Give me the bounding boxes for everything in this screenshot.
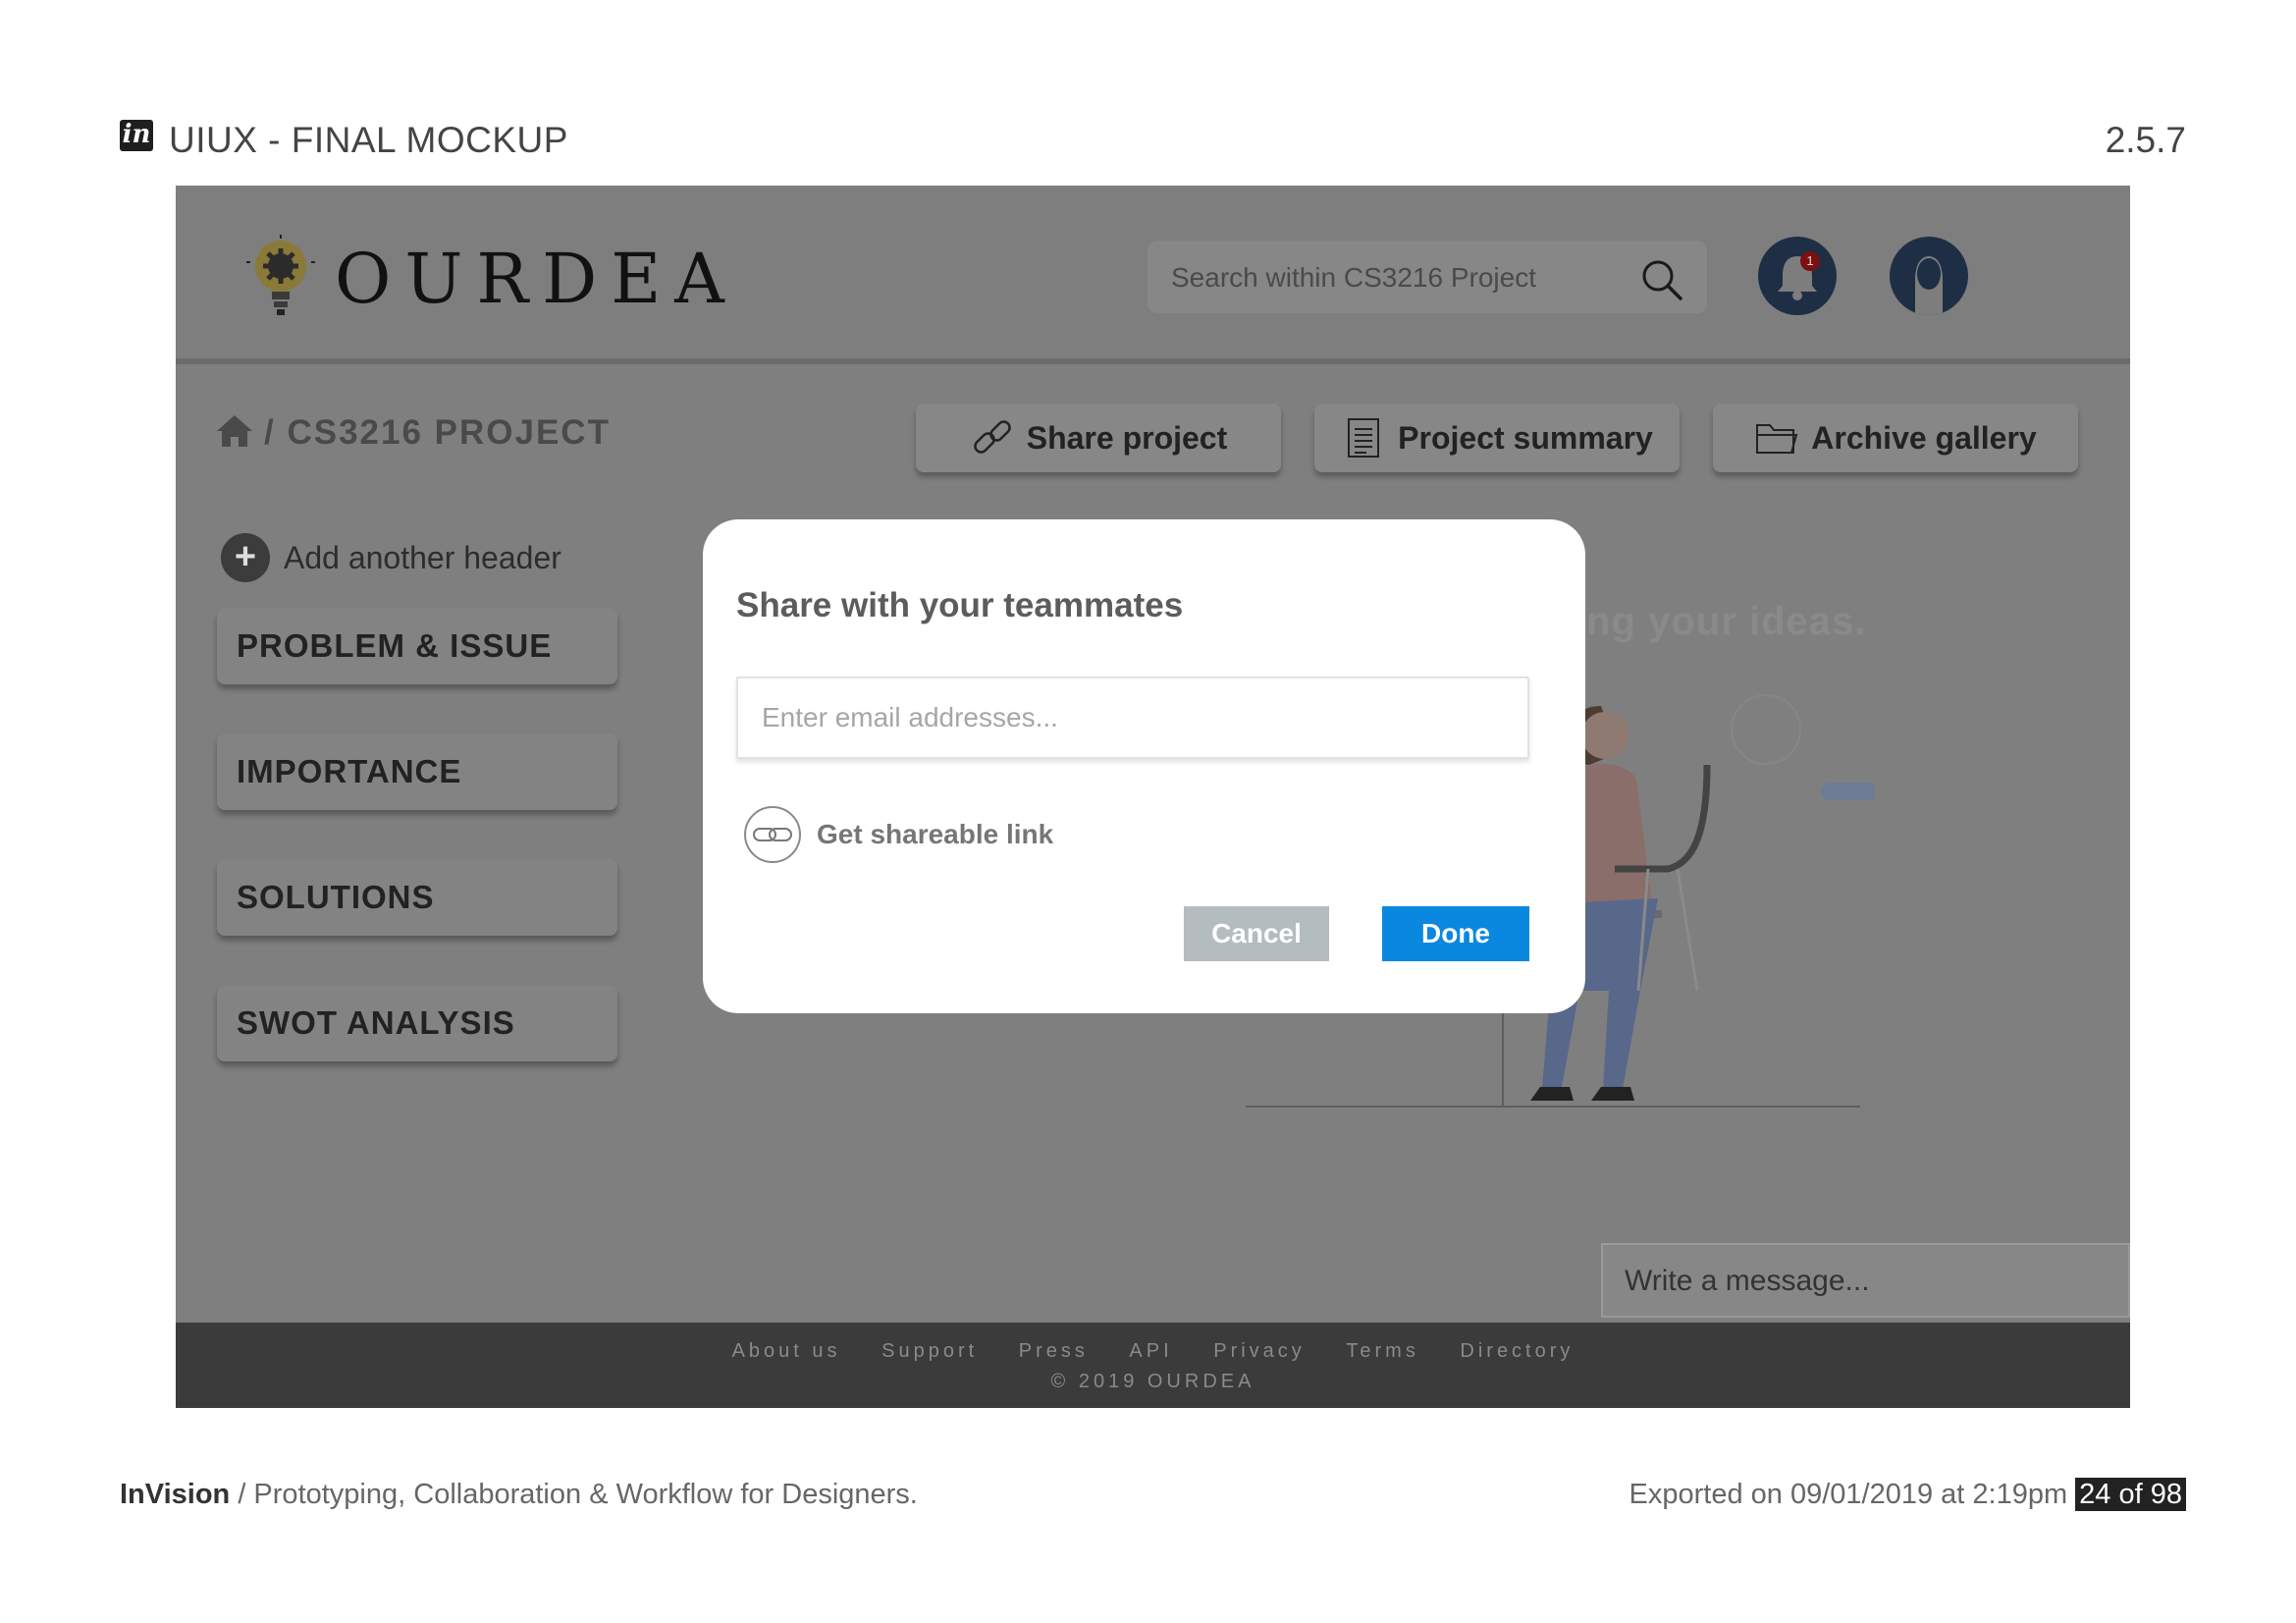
footer-link-terms[interactable]: Terms (1346, 1340, 1418, 1362)
archive-gallery-button[interactable]: Archive gallery (1713, 404, 2078, 472)
invision-tagline: / Prototyping, Collaboration & Workflow … (230, 1479, 918, 1510)
chat-message-input[interactable]: Write a message... (1601, 1243, 2130, 1318)
share-modal: Share with your teammates Get shareable … (703, 519, 1585, 1013)
site-footer: About us Support Press API Privacy Terms… (176, 1323, 2130, 1408)
export-date: Exported on 09/01/2019 at 2:19pm (1629, 1479, 2076, 1510)
modal-title: Share with your teammates (736, 586, 1184, 624)
footer-link-directory[interactable]: Directory (1460, 1340, 1574, 1362)
footer-link-privacy[interactable]: Privacy (1213, 1340, 1306, 1362)
done-button[interactable]: Done (1382, 906, 1529, 961)
lightbulb-gear-logo-icon (246, 235, 315, 315)
get-shareable-link[interactable]: Get shareable link (744, 806, 1053, 863)
section-swot-analysis[interactable]: SWOT ANALYSIS (217, 985, 617, 1061)
share-project-button[interactable]: Share project (916, 404, 1281, 472)
notifications-button[interactable] (1758, 237, 1837, 315)
page-counter: 24 of 98 (2075, 1478, 2186, 1511)
footer-link-press[interactable]: Press (1019, 1340, 1089, 1362)
footer-links: About us Support Press API Privacy Terms… (176, 1323, 2130, 1363)
invision-brand: InVision (120, 1479, 231, 1510)
footer-link-support[interactable]: Support (881, 1340, 978, 1362)
bell-icon (1778, 256, 1817, 300)
breadcrumb[interactable]: / CS3216 PROJECT (215, 413, 611, 453)
app-topbar: OURDEA Search within CS3216 Project 1 (176, 186, 2130, 364)
section-problem-issue[interactable]: PROBLEM & ISSUE (217, 608, 617, 684)
export-info: Exported on 09/01/2019 at 2:19pm 24 of 9… (1629, 1478, 2186, 1511)
home-icon[interactable] (215, 413, 254, 449)
mockup-frame: OURDEA Search within CS3216 Project 1 / … (176, 186, 2130, 1408)
add-header-label: Add another header (284, 539, 561, 575)
add-header-button[interactable]: + Add another header (221, 533, 561, 582)
folder-icon (1756, 424, 1798, 454)
link-icon (744, 806, 801, 863)
footer-copyright: © 2019 OURDEA (1050, 1371, 1255, 1392)
footer-link-api[interactable]: API (1129, 1340, 1172, 1362)
cancel-button[interactable]: Cancel (1184, 906, 1329, 961)
export-title: UIUX - FINAL MOCKUP (169, 120, 568, 160)
export-footer: InVision / Prototyping, Collaboration & … (120, 1478, 2186, 1518)
project-search[interactable]: Search within CS3216 Project (1148, 241, 1707, 313)
notification-badge: 1 (1800, 251, 1820, 271)
archive-gallery-label: Archive gallery (1811, 419, 2037, 456)
export-version: 2.5.7 (2105, 120, 2186, 160)
link-icon (973, 420, 1011, 454)
user-avatar[interactable] (1890, 237, 1968, 315)
section-importance[interactable]: IMPORTANCE (217, 733, 617, 810)
user-avatar-icon (1915, 256, 1943, 315)
email-addresses-input[interactable] (736, 676, 1529, 759)
project-summary-button[interactable]: Project summary (1314, 404, 1680, 472)
document-icon (1348, 418, 1380, 458)
breadcrumb-project: / CS3216 PROJECT (264, 413, 611, 452)
search-icon[interactable] (1640, 258, 1683, 301)
share-project-label: Share project (1026, 419, 1228, 456)
section-solutions[interactable]: SOLUTIONS (217, 859, 617, 936)
project-summary-label: Project summary (1398, 419, 1653, 456)
export-header: in UIUX - FINAL MOCKUP 2.5.7 (120, 116, 2186, 169)
background-caption: ing your ideas. (1575, 600, 1867, 643)
shareable-link-label: Get shareable link (817, 819, 1054, 849)
plus-icon: + (221, 533, 270, 582)
invision-logo-icon: in (120, 120, 153, 151)
search-input[interactable]: Search within CS3216 Project (1171, 262, 1536, 294)
footer-link-about[interactable]: About us (732, 1340, 841, 1362)
brand-name: OURDEA (335, 239, 738, 319)
